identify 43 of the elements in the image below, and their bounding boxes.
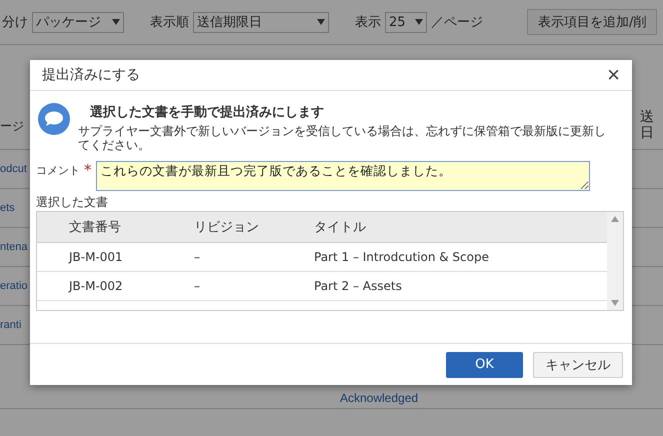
comment-label: コメント	[36, 163, 80, 178]
table-cell-text: –	[194, 279, 201, 293]
scroll-up-icon[interactable]	[611, 216, 619, 222]
status-text: Acknowledged	[340, 391, 418, 405]
close-button[interactable]: ×	[607, 65, 620, 85]
dropdown-arrow-icon	[415, 19, 423, 25]
table-cell-text: JB-M-001	[67, 250, 124, 264]
column-header: 日	[640, 125, 654, 141]
document-link[interactable]: ets	[0, 202, 15, 214]
dialog-heading: 選択した文書を手動で提出済みにします	[90, 104, 325, 121]
document-link[interactable]: ntena	[0, 241, 28, 253]
table-cell: Part 2 – Assets	[314, 279, 402, 293]
selected-documents-label: 選択した文書	[36, 194, 109, 211]
table-cell-text: –	[194, 250, 201, 264]
dialog-message: サプライヤー文書外で新しいバージョンを受信している場合は、忘れずに保管箱で最新版に更新してください。	[78, 124, 607, 152]
scroll-down-icon[interactable]	[611, 300, 619, 306]
sort-dropdown[interactable]: 送信期限日	[193, 12, 329, 32]
required-mark: *	[84, 161, 92, 179]
count-label: 表示	[355, 14, 381, 31]
dropdown-arrow-icon	[317, 19, 325, 25]
columns-button[interactable]: 表示項目を追加/削	[527, 9, 658, 35]
count-dropdown[interactable]: 25	[385, 12, 427, 32]
table-cell: Part 1 – Introdcution & Scope	[314, 250, 489, 264]
document-link[interactable]: eratio	[0, 280, 28, 292]
ok-button[interactable]: OK	[446, 352, 523, 378]
speech-bubble-icon	[38, 103, 70, 135]
column-header: リビジョン	[194, 219, 260, 236]
group-label: 分け	[2, 14, 28, 31]
dropdown-arrow-icon	[112, 19, 120, 25]
dialog-title: 提出済みにする	[42, 66, 140, 84]
column-header: 送	[640, 109, 654, 125]
scrollbar[interactable]	[607, 212, 623, 310]
cancel-button[interactable]: キャンセル	[533, 352, 623, 378]
column-header: ージ	[0, 118, 24, 135]
column-header: タイトル	[314, 219, 366, 236]
per-page-label: ／ページ	[431, 14, 483, 31]
comment-field[interactable]: これらの文書が最新且つ完了版であることを確認しました。	[96, 161, 590, 191]
column-header: 文書番号	[68, 219, 122, 236]
document-link[interactable]: ranti	[0, 319, 22, 331]
group-dropdown[interactable]: パッケージ	[32, 12, 124, 32]
sort-label: 表示順	[150, 14, 189, 31]
document-link[interactable]: odcut	[0, 163, 27, 175]
table-cell-text: JB-M-002	[67, 279, 124, 293]
